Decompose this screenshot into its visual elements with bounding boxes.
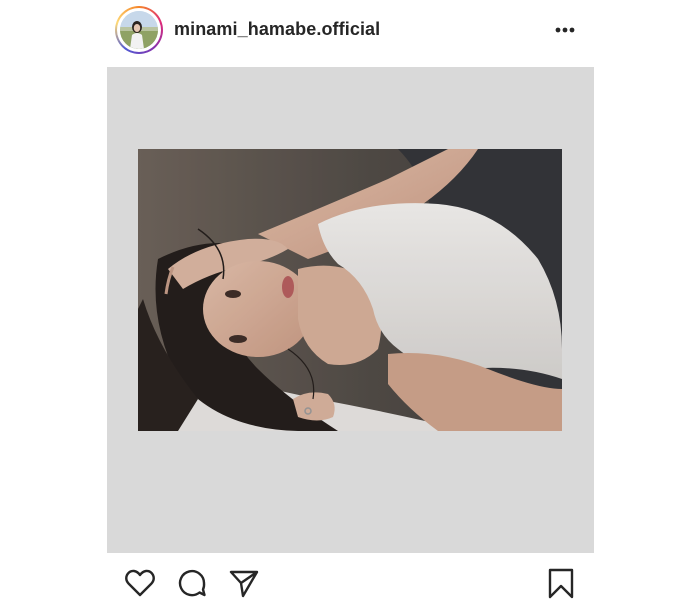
- post-action-bar: [0, 560, 700, 600]
- avatar-scene-icon: [120, 11, 158, 49]
- post-photo-illustration: [138, 149, 562, 431]
- more-options-icon: [555, 27, 575, 33]
- share-button[interactable]: [227, 566, 261, 600]
- avatar-image: [120, 11, 158, 49]
- like-button[interactable]: [123, 566, 157, 600]
- post-media-frame[interactable]: [107, 67, 594, 553]
- heart-icon: [125, 569, 155, 597]
- profile-avatar[interactable]: [115, 6, 163, 54]
- username[interactable]: minami_hamabe.official: [174, 19, 380, 40]
- save-button[interactable]: [544, 566, 578, 600]
- post-header: minami_hamabe.official: [0, 0, 700, 62]
- comment-button[interactable]: [175, 566, 209, 600]
- comment-icon: [178, 569, 206, 597]
- more-options-button[interactable]: [551, 20, 579, 40]
- paper-plane-icon: [229, 570, 259, 598]
- post-photo[interactable]: [138, 149, 562, 431]
- bookmark-icon: [548, 568, 574, 599]
